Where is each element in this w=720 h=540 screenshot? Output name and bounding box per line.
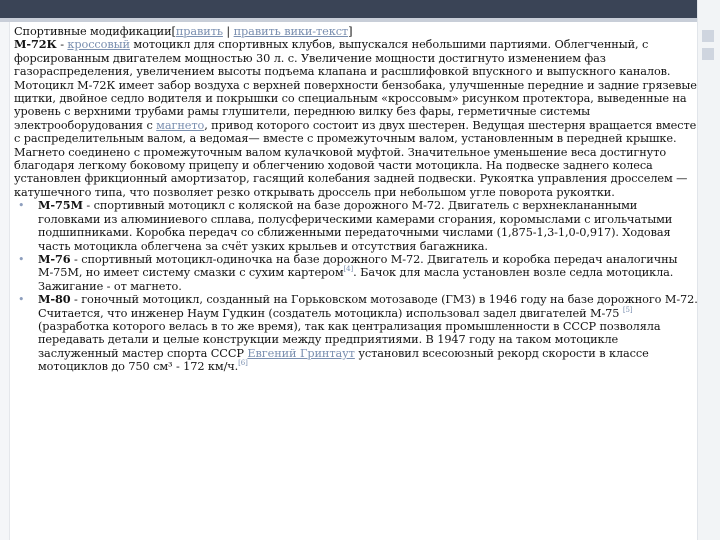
bullet-icon: •	[18, 293, 25, 307]
edit-link[interactable]: править	[176, 25, 223, 38]
list-item: • М-80 - гоночный мотоцикл, созданный на …	[18, 292, 698, 374]
decor-square	[702, 48, 714, 60]
reference-link[interactable]: [5]	[623, 306, 633, 314]
model-name: М-72К	[14, 37, 57, 52]
intro-paragraph: М-72К - кроссовый мотоцикл для спортивны…	[14, 37, 697, 199]
model-list: • М-75М - спортивный мотоцикл с коляской …	[14, 198, 698, 374]
right-decor-strip	[697, 0, 720, 540]
reference-link[interactable]: [4]	[344, 266, 354, 274]
section-heading: Спортивные модификации[править | править…	[14, 25, 353, 38]
list-item: • М-76 - спортивный мотоцикл-одиночка на …	[18, 251, 678, 293]
left-margin-strip	[0, 22, 10, 540]
bullet-icon: •	[18, 199, 25, 213]
bullet-icon: •	[18, 252, 25, 266]
model-name: М-80	[38, 292, 71, 307]
slide-top-bar	[0, 0, 720, 22]
list-item: • М-75М - спортивный мотоцикл с коляской …	[18, 198, 673, 253]
top-bar-light-band	[0, 18, 720, 22]
section-title: Спортивные модификации	[14, 25, 172, 38]
magneto-link[interactable]: магнето	[156, 119, 204, 132]
decor-square	[702, 30, 714, 42]
reference-link[interactable]: [6]	[238, 359, 248, 367]
model-name: М-75М	[38, 198, 83, 213]
cross-link[interactable]: кроссовый	[67, 38, 130, 51]
article-content: Спортивные модификации[править | править…	[14, 25, 698, 374]
person-link[interactable]: Евгений Гринтаут	[247, 347, 355, 360]
edit-wiki-text-link[interactable]: править вики-текст	[234, 25, 349, 38]
top-bar-dark-band	[0, 0, 720, 18]
model-name: М-76	[38, 251, 71, 266]
